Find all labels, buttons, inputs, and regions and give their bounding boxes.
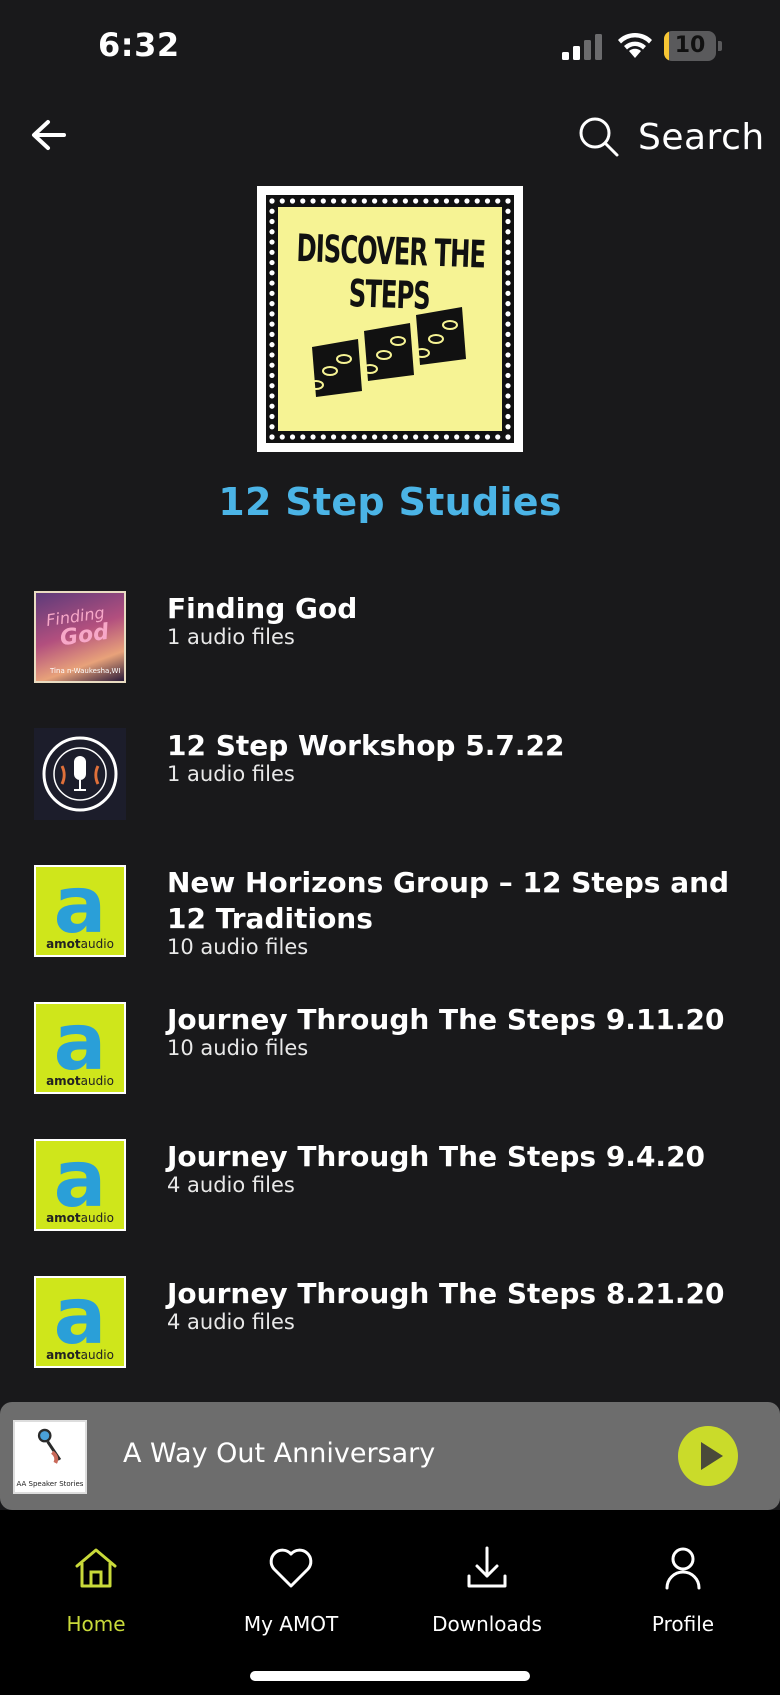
tab-profile[interactable]: Profile [598, 1534, 768, 1644]
amotaudio-thumbnail: a amotaudio [34, 1139, 126, 1231]
item-subtitle: 10 audio files [167, 935, 309, 959]
home-icon [75, 1548, 117, 1588]
amot-logo-text: amotaudio [46, 1348, 114, 1362]
item-subtitle: 4 audio files [167, 1310, 295, 1334]
footprints-icon [308, 307, 466, 397]
list-item[interactable]: a amotaudio Journey Through The Steps 8.… [0, 1268, 780, 1368]
list-item[interactable]: 12 Step Workshop 5.7.22 1 audio files [0, 720, 780, 820]
status-bar: 6:32 10 [0, 0, 780, 95]
amot-logo-text: amotaudio [46, 1211, 114, 1225]
microphone-thumbnail [34, 728, 126, 820]
battery-icon: 10 [664, 31, 722, 61]
mini-player-thumbnail: AA Speaker Stories [13, 1420, 87, 1494]
tab-my-amot[interactable]: My AMOT [206, 1534, 376, 1644]
mini-player[interactable]: AA Speaker Stories A Way Out Anniversary [0, 1402, 780, 1510]
item-title: Finding God [167, 592, 358, 625]
amot-logo-text: amotaudio [46, 1074, 114, 1088]
item-title: Journey Through The Steps 8.21.20 [167, 1277, 725, 1310]
amotaudio-thumbnail: a amotaudio [34, 865, 126, 957]
collection-cover-image: DISCOVER THE STEPS [257, 186, 523, 452]
tab-downloads[interactable]: Downloads [402, 1534, 572, 1644]
list-item[interactable]: a amotaudio Journey Through The Steps 9.… [0, 1131, 780, 1231]
page-title: 12 Step Studies [218, 480, 562, 524]
thumb-text: Tina n-Waukesha,WI [50, 667, 121, 675]
tab-label: Profile [651, 1612, 715, 1636]
tab-home[interactable]: Home [11, 1534, 181, 1644]
battery-level: 10 [674, 33, 706, 58]
thumb-text: God [58, 619, 111, 652]
item-title: Journey Through The Steps 9.4.20 [167, 1140, 706, 1173]
finding-god-thumbnail: Finding God Tina n-Waukesha,WI [34, 591, 126, 683]
person-icon [665, 1547, 701, 1590]
item-subtitle: 1 audio files [167, 625, 295, 649]
tab-label: My AMOT [243, 1612, 339, 1636]
home-indicator [250, 1671, 530, 1681]
search-icon [579, 117, 619, 157]
item-subtitle: 1 audio files [167, 762, 295, 786]
list-item[interactable]: a amotaudio New Horizons Group – 12 Step… [0, 857, 780, 977]
list-item[interactable]: a amotaudio Journey Through The Steps 9.… [0, 994, 780, 1094]
search-label: Search [638, 116, 765, 158]
wifi-icon [618, 32, 652, 58]
play-icon [701, 1442, 723, 1470]
list-item[interactable]: Finding God Tina n-Waukesha,WI Finding G… [0, 583, 780, 683]
back-arrow-icon[interactable] [28, 114, 70, 156]
cellular-signal-icon [562, 34, 602, 60]
mini-thumb-caption: AA Speaker Stories [16, 1480, 84, 1488]
item-subtitle: 10 audio files [167, 1036, 309, 1060]
item-title: New Horizons Group – 12 Steps and 12 Tra… [167, 866, 730, 935]
item-title: 12 Step Workshop 5.7.22 [167, 729, 565, 762]
play-button[interactable] [678, 1426, 738, 1486]
amot-logo-text: amotaudio [46, 937, 114, 951]
tab-label: Home [66, 1612, 126, 1636]
heart-icon [269, 1548, 313, 1588]
microphone-icon [42, 736, 118, 812]
tab-label: Downloads [432, 1612, 542, 1636]
item-subtitle: 4 audio files [167, 1173, 295, 1197]
status-time: 6:32 [98, 26, 180, 64]
amotaudio-thumbnail: a amotaudio [34, 1276, 126, 1368]
tab-bar: Home My AMOT Downloads Profile [0, 1510, 780, 1695]
download-icon [467, 1546, 507, 1588]
now-playing-title: A Way Out Anniversary [123, 1438, 436, 1469]
item-title: Journey Through The Steps 9.11.20 [167, 1003, 725, 1036]
search-button[interactable]: Search [578, 112, 765, 162]
amotaudio-thumbnail: a amotaudio [34, 1002, 126, 1094]
speaker-microphone-icon [37, 1428, 62, 1464]
